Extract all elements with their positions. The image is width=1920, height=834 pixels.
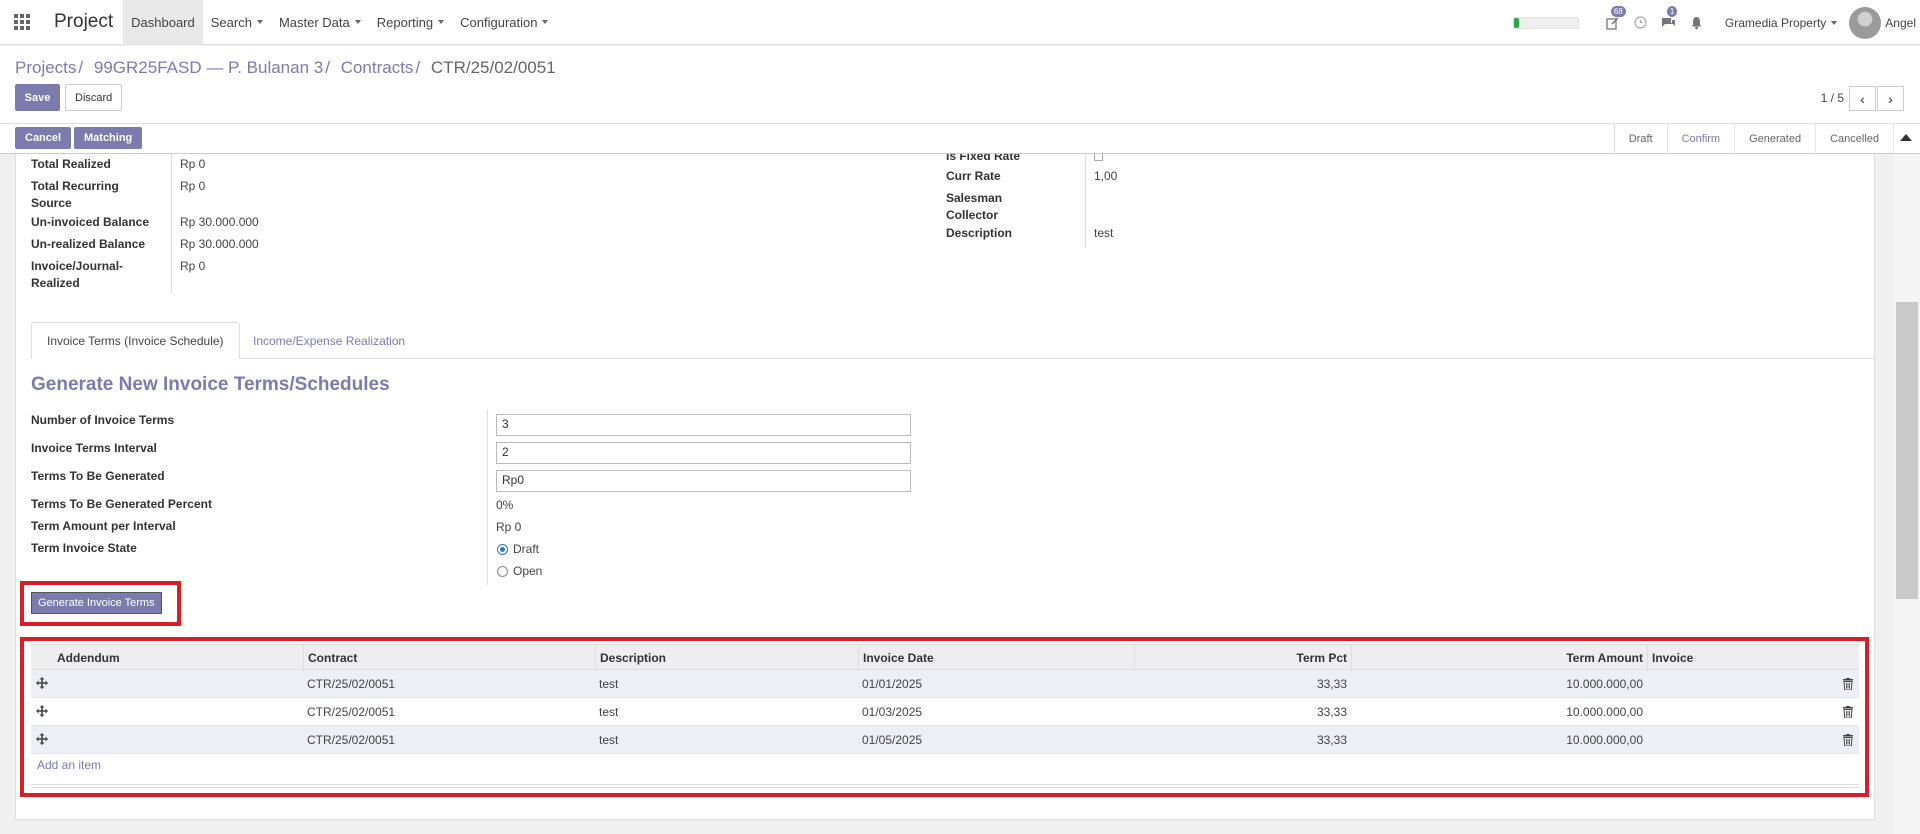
control-panel: Projects/ 99GR25FASD — P. Bulanan 3/ Con…: [0, 46, 1920, 124]
field-value-uninvoiced-balance: Rp 30.000.000: [180, 215, 259, 229]
state-confirm[interactable]: Confirm: [1668, 124, 1736, 154]
app-title: Project: [54, 11, 114, 32]
notebook-tabs: Invoice Terms (Invoice Schedule) Income/…: [31, 322, 1874, 359]
field-value-invoice-journal-realized: Rp 0: [180, 259, 206, 273]
caret-down-icon: [438, 20, 445, 24]
field-label-terms-to-generate: Terms To Be Generated: [31, 469, 165, 483]
terms-to-generate-input[interactable]: Rp0: [496, 470, 911, 492]
radio-draft-label[interactable]: Draft: [513, 541, 539, 558]
caret-down-icon: [1831, 21, 1838, 26]
bell-icon[interactable]: [1683, 0, 1711, 45]
field-label-description: Description: [946, 226, 1013, 240]
scroll-top-icon[interactable]: [1900, 134, 1912, 141]
field-label-terms-percent: Terms To Be Generated Percent: [31, 497, 212, 511]
caret-down-icon: [542, 20, 549, 24]
field-value-description: test: [1094, 226, 1114, 240]
company-switcher[interactable]: Gramedia Property: [1711, 16, 1849, 30]
field-label-total-realized: Total Realized: [31, 157, 111, 171]
breadcrumb-project[interactable]: 99GR25FASD — P. Bulanan 3: [94, 58, 323, 77]
pager-previous-button[interactable]: ‹: [1849, 86, 1876, 111]
field-label-total-recurring-source: Total Recurring Source: [31, 179, 119, 210]
menu-reporting-label: Reporting: [376, 14, 434, 30]
menu-configuration-label: Configuration: [460, 14, 538, 30]
activity-edit-icon[interactable]: 68: [1599, 0, 1627, 45]
radio-open-label[interactable]: Open: [513, 563, 542, 580]
breadcrumb-separator: /: [415, 58, 421, 77]
menu-master-data-label: Master Data: [278, 14, 350, 30]
highlight-box: [20, 637, 1869, 797]
navbar-right: 68 1 Gramedia Property Angel: [1512, 0, 1920, 45]
save-button[interactable]: Save: [15, 84, 60, 111]
menu-search-label: Search: [210, 14, 252, 30]
breadcrumb-contracts[interactable]: Contracts: [341, 58, 414, 77]
form-sheet: Total Realized Rp 0 Total Recurring Sour…: [15, 154, 1875, 820]
field-label-unrealized-balance: Un-realized Balance: [31, 237, 146, 251]
tab-income-expense-realization[interactable]: Income/Expense Realization: [238, 322, 420, 359]
field-label-collector: Collector: [946, 208, 999, 222]
menu-reporting[interactable]: Reporting: [369, 0, 452, 45]
field-label-curr-rate: Curr Rate: [946, 169, 1001, 183]
field-value-terms-percent: 0%: [496, 498, 514, 512]
progress-fill: [1513, 17, 1520, 28]
state-draft[interactable]: Draft: [1615, 124, 1668, 154]
matching-button[interactable]: Matching: [74, 127, 143, 149]
caret-down-icon: [256, 20, 263, 24]
section-title: Generate New Invoice Terms/Schedules: [31, 374, 390, 395]
field-label-salesman: Salesman: [946, 191, 1003, 205]
pager-value[interactable]: 1 / 5: [1821, 91, 1844, 105]
breadcrumb-separator: /: [325, 58, 330, 77]
state-cancelled[interactable]: Cancelled: [1816, 124, 1894, 154]
status-bar: Cancel Matching Draft Confirm Generated …: [0, 124, 1920, 154]
pager-next-button[interactable]: ›: [1877, 86, 1904, 111]
caret-down-icon: [354, 20, 361, 24]
user-name[interactable]: Angel: [1885, 16, 1920, 30]
column-divider: [487, 410, 488, 585]
discard-button[interactable]: Discard: [65, 84, 123, 111]
user-avatar[interactable]: [1849, 6, 1882, 39]
tab-invoice-terms[interactable]: Invoice Terms (Invoice Schedule): [31, 322, 240, 359]
state-generated[interactable]: Generated: [1735, 124, 1817, 154]
breadcrumb-separator: /: [78, 58, 84, 77]
menu-search[interactable]: Search: [203, 0, 271, 45]
highlight-box: [20, 581, 181, 626]
field-value-total-recurring-source: Rp 0: [180, 179, 206, 193]
field-label-is-fixed-rate: Is Fixed Rate: [946, 154, 1021, 163]
main-menu: Dashboard Search Master Data Reporting C…: [123, 0, 556, 45]
field-label-terms-interval: Invoice Terms Interval: [31, 441, 157, 455]
column-divider: [171, 154, 172, 294]
radio-draft[interactable]: [497, 544, 508, 555]
progress-bar: [1512, 16, 1579, 29]
chat-icon[interactable]: 1: [1655, 0, 1683, 45]
field-label-term-amount: Term Amount per Interval: [31, 519, 176, 533]
menu-dashboard[interactable]: Dashboard: [123, 0, 203, 45]
field-label-number-of-terms: Number of Invoice Terms: [31, 413, 175, 427]
apps-grid-icon[interactable]: [0, 0, 44, 45]
state-pipeline: Draft Confirm Generated Cancelled: [1613, 124, 1894, 154]
company-name: Gramedia Property: [1724, 15, 1827, 30]
radio-open[interactable]: [497, 566, 508, 577]
column-divider: [1085, 154, 1086, 248]
field-label-invoice-journal-realized: Invoice/Journal-Realized: [31, 259, 124, 290]
field-value-unrealized-balance: Rp 30.000.000: [180, 237, 259, 251]
field-value-term-amount: Rp 0: [496, 520, 522, 534]
cancel-button[interactable]: Cancel: [15, 127, 72, 149]
scrollbar[interactable]: [1894, 154, 1920, 834]
breadcrumb: Projects/ 99GR25FASD — P. Bulanan 3/ Con…: [15, 58, 556, 78]
field-value-curr-rate: 1,00: [1094, 169, 1118, 183]
number-of-terms-input[interactable]: 3: [496, 414, 911, 436]
activities-badge: 68: [1610, 6, 1626, 17]
clock-icon[interactable]: [1627, 0, 1655, 45]
breadcrumb-projects[interactable]: Projects: [15, 58, 76, 77]
top-navbar: Project Dashboard Search Master Data Rep…: [0, 0, 1920, 45]
field-label-invoice-state: Term Invoice State: [31, 541, 137, 555]
breadcrumb-current: CTR/25/02/0051: [430, 58, 556, 77]
field-value-total-realized: Rp 0: [180, 157, 206, 171]
menu-master-data[interactable]: Master Data: [271, 0, 369, 45]
field-label-uninvoiced-balance: Un-invoiced Balance: [31, 215, 150, 229]
scrollbar-thumb[interactable]: [1896, 302, 1918, 599]
is-fixed-rate-checkbox[interactable]: [1094, 154, 1103, 161]
menu-configuration[interactable]: Configuration: [452, 0, 556, 45]
terms-interval-input[interactable]: 2: [496, 442, 911, 464]
